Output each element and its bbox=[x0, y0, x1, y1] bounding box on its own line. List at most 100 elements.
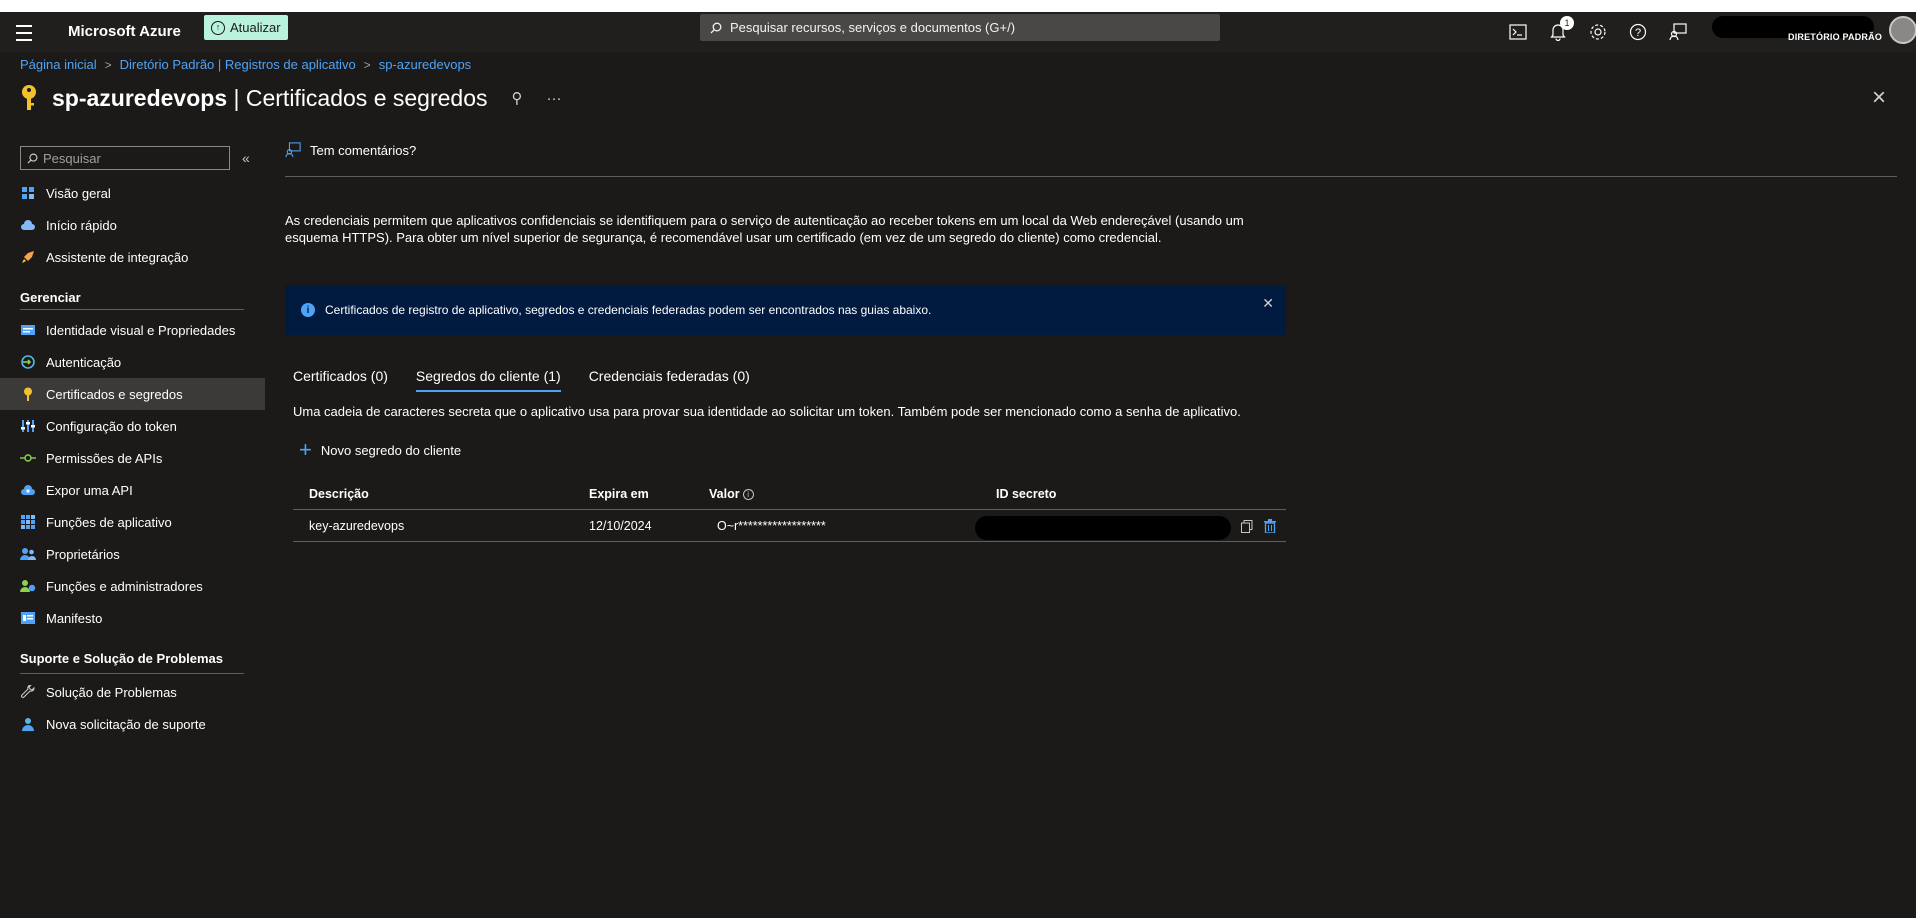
feedback-link[interactable]: Tem comentários? bbox=[285, 142, 416, 158]
page-header: sp-azuredevops | Certificados e segredos… bbox=[20, 84, 562, 112]
feedback-person-icon[interactable] bbox=[1668, 22, 1688, 42]
sidebar-item-label: Identidade visual e Propriedades bbox=[46, 322, 236, 338]
top-actions: 1 ? bbox=[1508, 12, 1688, 52]
plus-icon: + bbox=[299, 437, 312, 462]
close-blade-icon[interactable]: × bbox=[1872, 86, 1886, 110]
credentials-tabs: Certificados (0) Segredos do cliente (1)… bbox=[293, 364, 778, 392]
sidebar-item-token-configuration[interactable]: Configuração do token bbox=[0, 410, 265, 442]
search-icon bbox=[710, 22, 722, 33]
app-roles-icon bbox=[20, 514, 36, 530]
update-button[interactable]: ↑ Atualizar bbox=[204, 15, 288, 40]
new-client-secret-button[interactable]: + Novo segredo do cliente bbox=[299, 437, 462, 462]
section-heading-manage: Gerenciar bbox=[20, 290, 81, 305]
breadcrumb-app-registrations-link[interactable]: Diretório Padrão | Registros de aplicati… bbox=[120, 57, 356, 72]
token-config-icon bbox=[20, 418, 36, 434]
feedback-person-icon bbox=[285, 142, 301, 158]
settings-gear-icon[interactable] bbox=[1588, 22, 1608, 42]
column-header-expires: Expira em bbox=[589, 487, 649, 501]
copy-icon[interactable] bbox=[1239, 518, 1255, 534]
page-title: sp-azuredevops | Certificados e segredos bbox=[52, 85, 488, 112]
feedback-divider bbox=[285, 176, 1897, 177]
hamburger-menu-icon[interactable] bbox=[14, 20, 34, 44]
column-header-value-label: Valor bbox=[709, 487, 740, 501]
dismiss-banner-icon[interactable]: ✕ bbox=[1262, 295, 1274, 312]
sidebar-item-roles-admins[interactable]: Funções e administradores bbox=[0, 570, 265, 602]
owners-icon bbox=[20, 546, 36, 562]
sidebar-item-label: Nova solicitação de suporte bbox=[46, 716, 206, 732]
more-options-icon[interactable]: ··· bbox=[547, 90, 562, 107]
sidebar-item-branding[interactable]: Identidade visual e Propriedades bbox=[0, 314, 265, 346]
sidebar-item-label: Funções e administradores bbox=[46, 578, 203, 594]
tab-client-secrets[interactable]: Segredos do cliente (1) bbox=[415, 364, 561, 392]
sidebar-item-manifest[interactable]: Manifesto bbox=[0, 602, 265, 634]
sidebar-item-label: Certificados e segredos bbox=[46, 386, 183, 402]
sidebar-item-authentication[interactable]: Autenticação bbox=[0, 346, 265, 378]
notifications-bell-icon[interactable]: 1 bbox=[1548, 16, 1574, 42]
authentication-icon bbox=[20, 354, 36, 370]
top-navigation-bar: Microsoft Azure ↑ Atualizar Pesquisar re… bbox=[0, 12, 1916, 52]
info-banner: i Certificados de registro de aplicativo… bbox=[285, 285, 1286, 335]
sidebar-item-new-support-request[interactable]: Nova solicitação de suporte bbox=[0, 708, 265, 740]
info-icon[interactable]: i bbox=[742, 489, 754, 501]
sidebar-item-certificates-secrets[interactable]: Certificados e segredos bbox=[0, 378, 265, 410]
column-header-description: Descrição bbox=[309, 487, 369, 501]
cloud-shell-icon[interactable] bbox=[1508, 22, 1528, 42]
wrench-icon bbox=[20, 684, 36, 700]
cell-description: key-azuredevops bbox=[309, 519, 405, 533]
breadcrumb-home-link[interactable]: Página inicial bbox=[20, 57, 97, 72]
notification-count-badge: 1 bbox=[1560, 16, 1574, 30]
section-divider bbox=[20, 309, 244, 310]
help-question-icon[interactable]: ? bbox=[1628, 22, 1648, 42]
menu-search-placeholder: Pesquisar bbox=[43, 150, 101, 166]
sidebar-item-overview[interactable]: Visão geral bbox=[0, 177, 265, 209]
breadcrumb-app-link[interactable]: sp-azuredevops bbox=[379, 57, 472, 72]
sidebar-item-owners[interactable]: Proprietários bbox=[0, 538, 265, 570]
brand-title[interactable]: Microsoft Azure bbox=[68, 12, 181, 52]
sidebar-item-label: Permissões de APIs bbox=[46, 450, 163, 466]
redacted-secret-id bbox=[975, 516, 1231, 540]
client-secrets-description: Uma cadeia de caracteres secreta que o a… bbox=[293, 404, 1241, 419]
menu-search-input[interactable]: Pesquisar bbox=[20, 146, 230, 170]
quickstart-cloud-icon bbox=[20, 217, 36, 233]
sidebar-item-integration-assistant[interactable]: Assistente de integração bbox=[0, 241, 265, 273]
account-menu[interactable]: DIRETÓRIO PADRÃO bbox=[1712, 12, 1916, 52]
avatar[interactable] bbox=[1889, 16, 1916, 44]
rocket-icon bbox=[20, 249, 36, 265]
sidebar-item-expose-api[interactable]: Expor uma API bbox=[0, 474, 265, 506]
sidebar-item-label: Início rápido bbox=[46, 217, 117, 233]
update-label: Atualizar bbox=[230, 20, 281, 35]
support-person-icon bbox=[20, 716, 36, 732]
info-banner-text: Certificados de registro de aplicativo, … bbox=[325, 303, 932, 317]
tab-certificates[interactable]: Certificados (0) bbox=[293, 364, 388, 392]
delete-trash-icon[interactable] bbox=[1262, 518, 1278, 534]
svg-text:?: ? bbox=[1635, 27, 1641, 39]
sidebar-item-label: Expor uma API bbox=[46, 482, 133, 498]
collapse-menu-icon[interactable]: « bbox=[242, 150, 250, 166]
breadcrumb-separator: > bbox=[104, 57, 112, 72]
table-row: key-azuredevops 12/10/2024 O~r**********… bbox=[293, 510, 1286, 542]
new-client-secret-label: Novo segredo do cliente bbox=[320, 442, 462, 458]
sidebar-item-label: Proprietários bbox=[46, 546, 120, 562]
sidebar-item-api-permissions[interactable]: Permissões de APIs bbox=[0, 442, 265, 474]
sidebar-item-label: Configuração do token bbox=[46, 418, 177, 434]
key-icon bbox=[20, 386, 36, 402]
expose-api-cloud-icon bbox=[20, 482, 36, 498]
section-heading-support: Suporte e Solução de Problemas bbox=[20, 651, 223, 666]
global-search-input[interactable]: Pesquisar recursos, serviços e documento… bbox=[700, 14, 1220, 41]
overview-icon bbox=[20, 185, 36, 201]
table-header-row: Descrição Expira em Valor i ID secreto bbox=[293, 478, 1286, 510]
sidebar-item-label: Autenticação bbox=[46, 354, 122, 370]
sidebar-item-label: Assistente de integração bbox=[46, 249, 189, 265]
sidebar-item-app-roles[interactable]: Funções de aplicativo bbox=[0, 506, 265, 538]
sidebar-item-quickstart[interactable]: Início rápido bbox=[0, 209, 265, 241]
section-divider bbox=[20, 673, 244, 674]
global-search-placeholder: Pesquisar recursos, serviços e documento… bbox=[730, 20, 1016, 35]
sidebar-item-label: Visão geral bbox=[46, 185, 111, 201]
directory-label: DIRETÓRIO PADRÃO bbox=[1788, 32, 1883, 42]
window-top-strip bbox=[0, 0, 1916, 12]
column-header-secret-id: ID secreto bbox=[996, 487, 1057, 501]
feedback-label: Tem comentários? bbox=[310, 142, 417, 158]
pin-icon[interactable]: ⚲ bbox=[512, 89, 523, 107]
sidebar-item-troubleshooting[interactable]: Solução de Problemas bbox=[0, 676, 265, 708]
tab-federated-credentials[interactable]: Credenciais federadas (0) bbox=[589, 364, 750, 392]
